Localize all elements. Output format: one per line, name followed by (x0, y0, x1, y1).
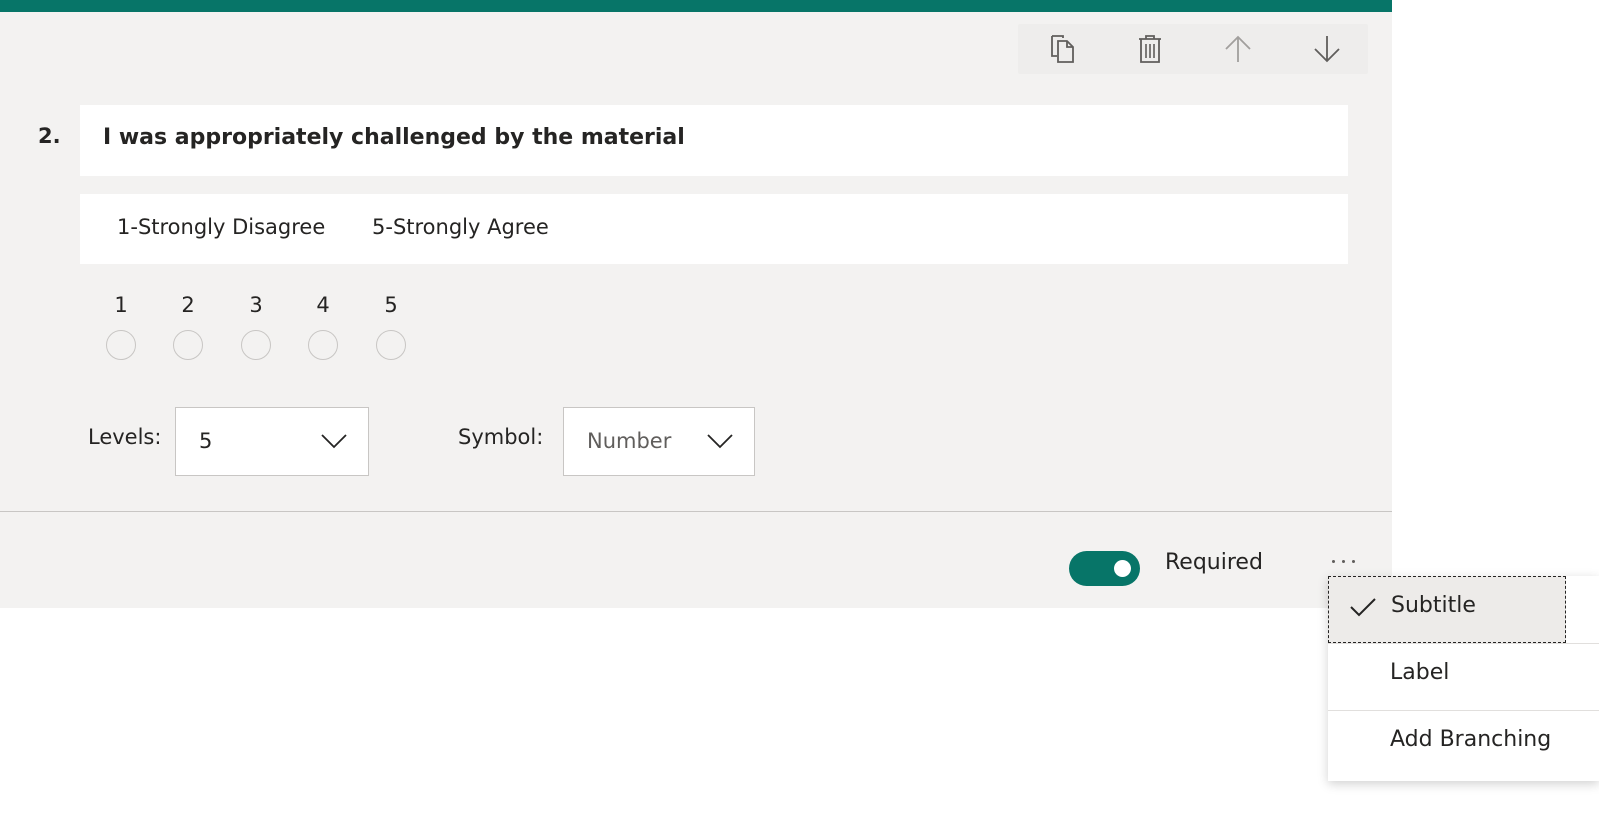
question-number: 2. (38, 124, 61, 148)
checkmark-icon (1350, 598, 1376, 617)
rating-option: 1 (104, 293, 138, 360)
menu-item-subtitle[interactable]: Subtitle (1328, 576, 1566, 643)
chevron-down-icon (321, 434, 347, 449)
more-dot (1341, 559, 1345, 563)
symbol-label: Symbol: (458, 425, 544, 449)
rating-number: 2 (181, 293, 195, 317)
move-down-icon (1314, 36, 1340, 63)
subtitle-low-label: 1-Strongly Disagree (117, 215, 326, 239)
more-dot (1331, 559, 1335, 563)
rating-radio[interactable] (173, 330, 203, 360)
question-toolbar (1018, 24, 1368, 74)
delete-button[interactable] (1120, 24, 1180, 74)
question-title: I was appropriately challenged by the ma… (103, 125, 685, 150)
rating-option: 2 (171, 293, 205, 360)
rating-radio[interactable] (106, 330, 136, 360)
copy-button[interactable] (1033, 24, 1093, 74)
levels-dropdown[interactable]: 5 (175, 407, 369, 476)
move-down-button[interactable] (1297, 24, 1357, 74)
symbol-dropdown[interactable]: Number (563, 407, 755, 476)
menu-item-label: Add Branching (1390, 727, 1552, 752)
rating-radio[interactable] (308, 330, 338, 360)
rating-radio[interactable] (376, 330, 406, 360)
rating-number: 5 (384, 293, 398, 317)
levels-label: Levels: (88, 425, 162, 449)
rating-radio[interactable] (241, 330, 271, 360)
question-card: 2. I was appropriately challenged by the… (0, 0, 1392, 608)
accent-bar (0, 0, 1392, 12)
delete-icon (1139, 35, 1161, 63)
menu-item-label-option[interactable]: Label (1328, 644, 1599, 711)
more-options-menu: Subtitle Label Add Branching (1328, 576, 1599, 781)
rating-option: 4 (306, 293, 340, 360)
subtitle-high-label: 5-Strongly Agree (372, 215, 549, 239)
rating-number: 4 (316, 293, 330, 317)
chevron-down-icon (707, 434, 733, 449)
menu-item-add-branching[interactable]: Add Branching (1328, 711, 1599, 778)
footer-divider (0, 511, 1392, 512)
rating-number: 3 (249, 293, 263, 317)
required-toggle[interactable] (1069, 551, 1140, 586)
menu-item-label: Subtitle (1391, 593, 1476, 618)
symbol-value: Number (587, 429, 672, 453)
more-dot (1351, 559, 1355, 563)
rating-number: 1 (114, 293, 128, 317)
copy-icon (1051, 35, 1074, 63)
question-subtitle-field[interactable]: 1-Strongly Disagree 5-Strongly Agree (80, 194, 1348, 264)
required-label: Required (1165, 550, 1263, 575)
levels-value: 5 (199, 429, 213, 453)
rating-option: 3 (239, 293, 273, 360)
rating-option: 5 (374, 293, 408, 360)
toggle-knob (1114, 560, 1131, 577)
menu-item-label: Label (1390, 660, 1450, 685)
move-up-button[interactable] (1208, 24, 1268, 74)
more-options-button[interactable] (1322, 548, 1364, 574)
move-up-icon (1225, 35, 1251, 62)
question-title-field[interactable]: I was appropriately challenged by the ma… (80, 105, 1348, 176)
